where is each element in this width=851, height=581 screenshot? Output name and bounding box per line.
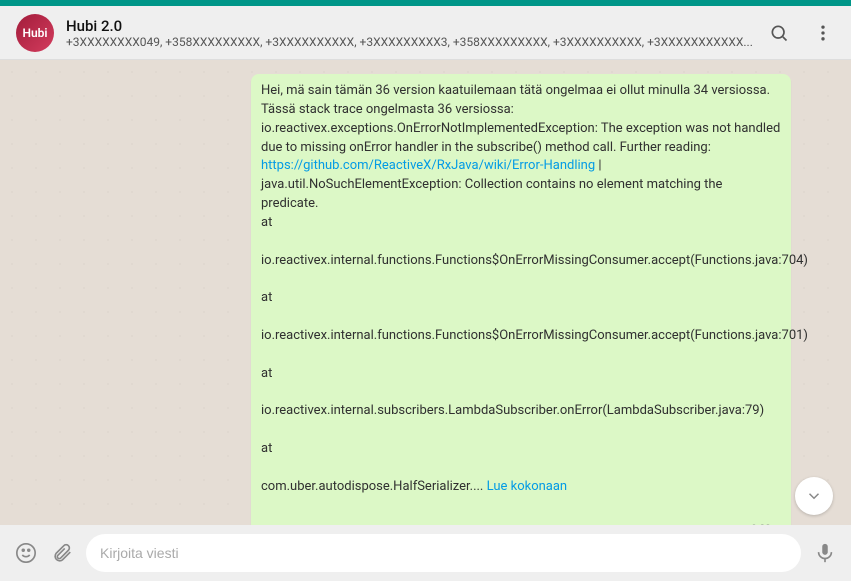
attach-icon[interactable] (50, 541, 74, 565)
emoji-icon[interactable] (14, 541, 38, 565)
message-text-intro: Hei, mä sain tämän 36 version kaatuilema… (261, 83, 784, 155)
chat-header-info[interactable]: Hubi 2.0 +3XXXXXXXX049, +358XXXXXXXXX, +… (66, 17, 767, 49)
mic-icon[interactable] (813, 541, 837, 565)
message-input[interactable] (100, 545, 787, 561)
message-text-rest: | java.util.NoSuchElementException: Coll… (261, 158, 808, 493)
check-icon: ✓ (774, 522, 783, 525)
chat-area[interactable]: Hei, mä sain tämän 36 version kaatuilema… (0, 60, 851, 525)
message-meta: 9.00 ✓ (751, 522, 783, 525)
message-time: 9.00 (751, 523, 771, 525)
menu-icon[interactable] (811, 21, 835, 45)
composer (0, 525, 851, 581)
message-input-wrap (86, 534, 801, 572)
scroll-down-button[interactable] (795, 477, 833, 515)
read-more-link[interactable]: Lue kokonaan (487, 479, 568, 494)
chat-header: Hubi Hubi 2.0 +3XXXXXXXX049, +358XXXXXXX… (0, 6, 851, 60)
search-icon[interactable] (767, 21, 791, 45)
chat-participants: +3XXXXXXXX049, +358XXXXXXXXX, +3XXXXXXXX… (66, 35, 767, 49)
outgoing-message[interactable]: Hei, mä sain tämän 36 version kaatuilema… (251, 74, 791, 525)
chat-title: Hubi 2.0 (66, 17, 767, 35)
avatar[interactable]: Hubi (16, 14, 54, 52)
message-link[interactable]: https://github.com/ReactiveX/RxJava/wiki… (261, 158, 595, 173)
